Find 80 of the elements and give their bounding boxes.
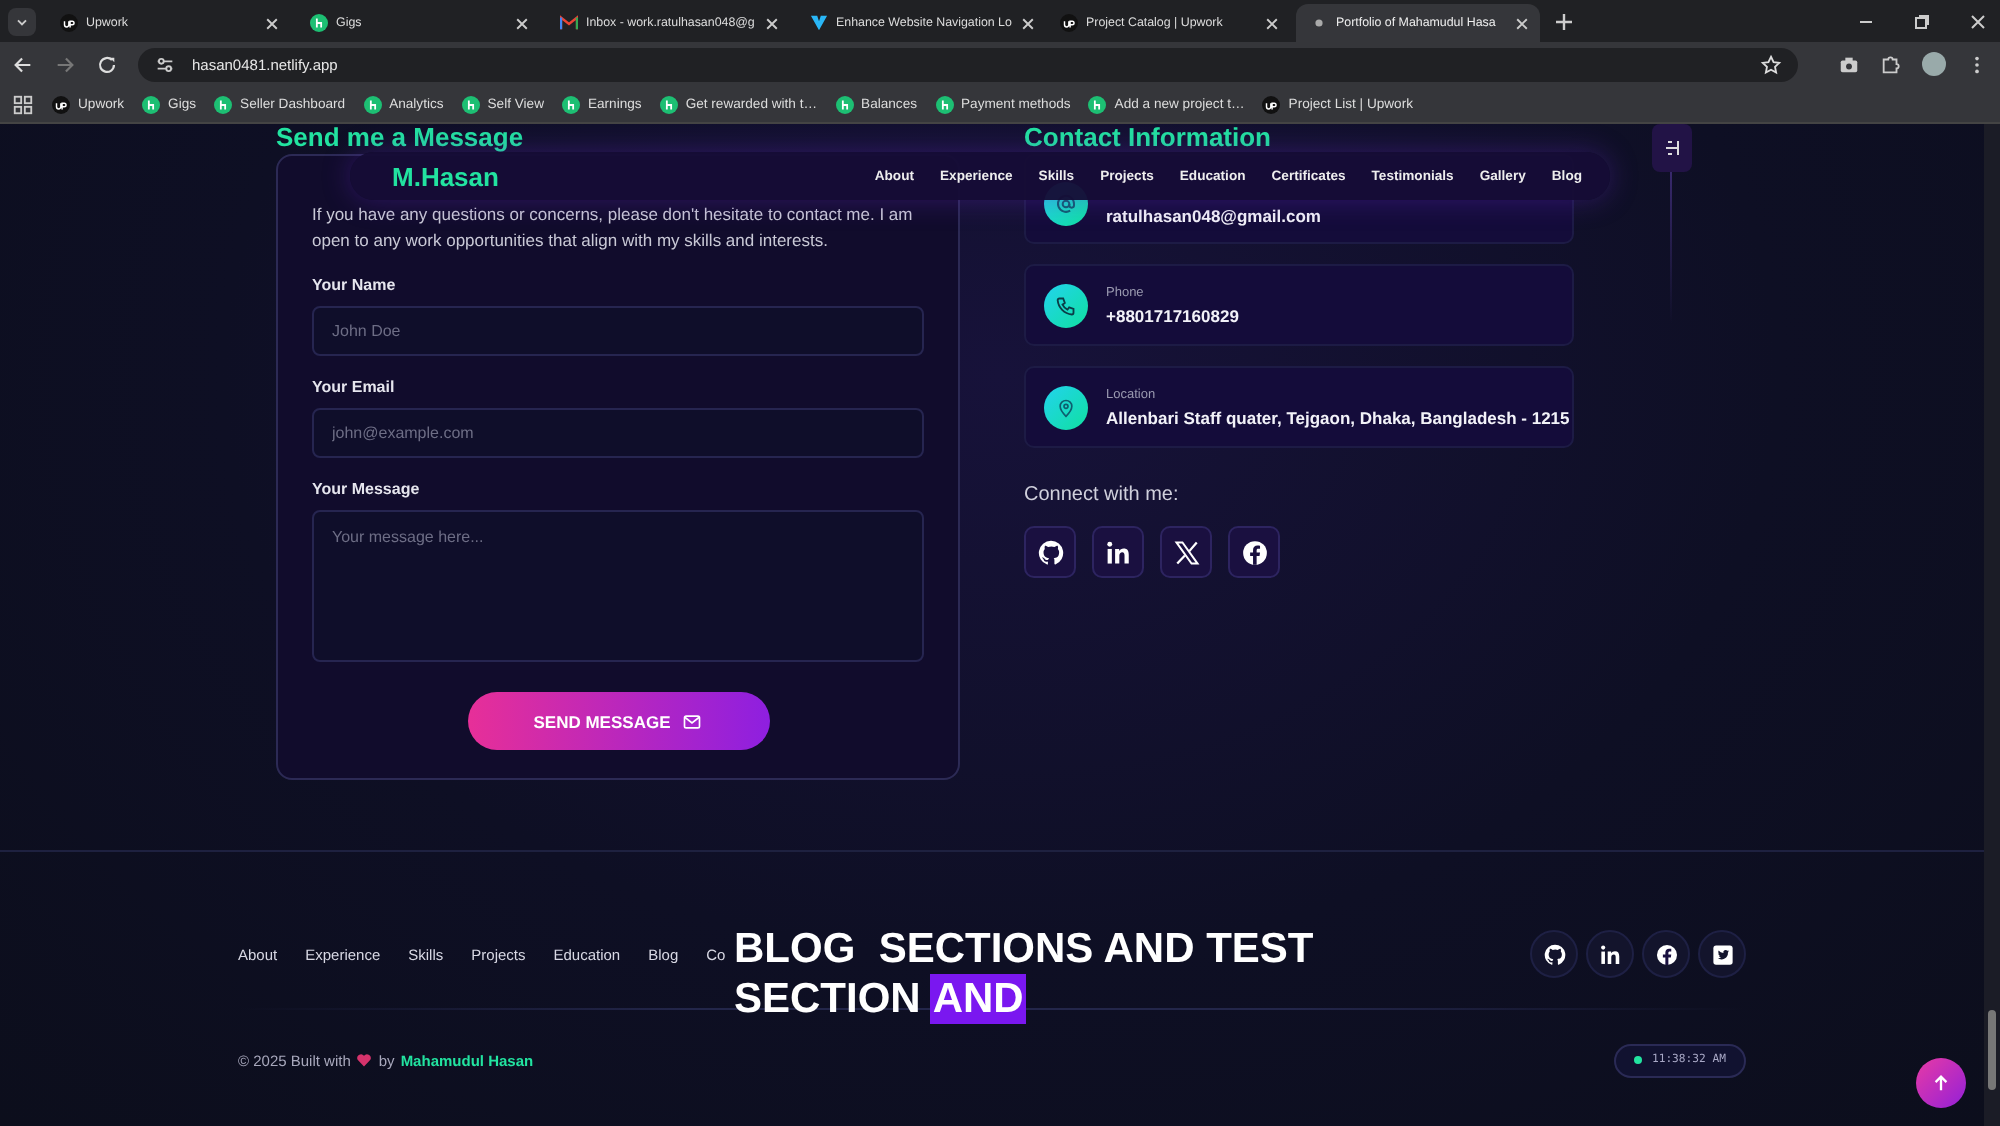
input-field[interactable]: John Doe [312,306,924,356]
restore-icon[interactable] [1912,11,1932,31]
intro-text: If you have any questions or concerns, please don't hesitate to contact me. I am open to any work opportunities that align with my skills and interests. [312,202,915,254]
circle-icon [1262,95,1281,113]
send-button[interactable]: SEND MESSAGE [467,692,769,750]
github-icon [1037,539,1063,565]
x-icon [1173,539,1199,565]
close-icon[interactable] [1264,15,1280,31]
info-value: Allenbari Staff quater, Tejgaon, Dhaka, Bangladesh - 1215 [1106,407,1570,427]
star-icon[interactable] [1760,53,1782,75]
up-arrow-icon [1932,1074,1950,1092]
field-label: Your Message [312,480,422,500]
twitter-icon [1711,943,1733,965]
github-icon [1543,943,1565,965]
caption-text: SECTION [732,974,923,1024]
phone-icon [1044,283,1088,327]
caption-text: AND [930,974,1026,1024]
info-value: ratulhasan048@gmail.com [1106,206,1321,226]
circle-icon [60,14,78,32]
social-link[interactable] [1642,930,1690,978]
status-dot [1633,1056,1642,1064]
site-settings-icon[interactable] [154,53,176,75]
section-heading: Contact Information [1024,124,1273,152]
site-logo[interactable]: M.Hasan [392,161,499,191]
linkedin-icon [1599,943,1621,965]
forward-icon [54,53,76,75]
bracket-icon [1662,138,1682,158]
camera-icon[interactable] [1838,53,1860,75]
chevron-icon [810,14,828,32]
close-icon[interactable] [514,15,530,31]
circle-icon [1088,95,1107,113]
field-label: Your Name [312,276,398,296]
social-link[interactable] [1698,930,1746,978]
close-icon[interactable] [264,15,280,31]
caption-text: BLOG SECTIONS AND TEST [732,924,1316,974]
circle-icon [142,95,161,113]
circle-icon [935,95,954,113]
field-label: Your Email [312,378,397,398]
facebook-icon [1655,943,1677,965]
social-link[interactable] [1586,930,1634,978]
scrollbar[interactable] [1984,124,2000,1126]
social-link[interactable] [1024,526,1076,578]
close-icon[interactable] [764,15,780,31]
circle-icon [561,95,580,113]
circle-icon [310,14,328,32]
circle-icon [1060,14,1078,32]
facebook-icon [1241,539,1267,565]
envelope-icon [682,711,703,731]
plus-icon[interactable] [1554,11,1574,31]
back-icon[interactable] [12,53,34,75]
linkedin-icon [1105,539,1131,565]
social-link[interactable] [1228,526,1280,578]
envelope-icon [560,14,578,32]
puzzle-icon[interactable] [1880,53,1902,75]
info-value: +8801717160829 [1106,305,1239,325]
section-heading: Send me a Message [276,124,526,152]
heart-icon [356,1052,373,1068]
social-link[interactable] [1530,930,1578,978]
circle-icon [461,95,480,113]
circle-icon [835,95,854,113]
close-icon[interactable] [1514,15,1530,31]
circle-icon [214,95,233,113]
input-field[interactable]: john@example.com [312,408,924,458]
scroll-top-button[interactable] [1916,1058,1966,1108]
close-icon[interactable] [1968,11,1988,31]
reload-icon[interactable] [96,53,118,75]
dot-icon [1310,14,1328,32]
side-toggle-button[interactable] [1652,124,1692,172]
avatar[interactable] [1922,52,1946,76]
circle-icon [363,95,382,113]
social-link[interactable] [1092,526,1144,578]
circle-icon [659,95,678,113]
apps-grid-icon[interactable] [12,93,34,115]
message-field[interactable]: Your message here... [312,510,924,662]
social-link[interactable] [1160,526,1212,578]
tab-list-button[interactable] [8,7,36,35]
circle-icon [52,95,70,113]
connect-heading: Connect with me: [1024,484,1181,506]
close-icon[interactable] [1019,15,1036,31]
map-pin-icon [1044,385,1088,429]
